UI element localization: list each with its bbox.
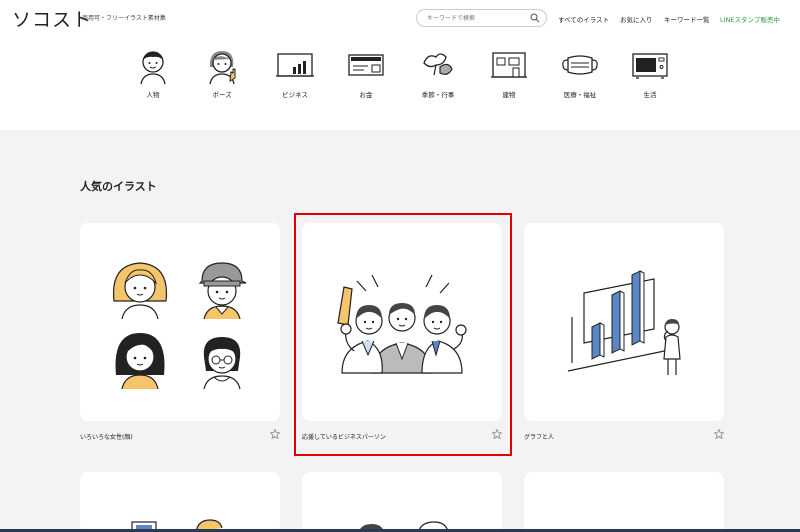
season-icon bbox=[423, 53, 453, 76]
search-icon[interactable] bbox=[530, 13, 540, 23]
illustration-card-partial[interactable] bbox=[80, 472, 280, 532]
card-title[interactable]: いろいろな女性(顔) bbox=[80, 432, 133, 441]
nav-all-illustrations[interactable]: すべてのイラスト bbox=[558, 14, 609, 24]
nav-line-stamp[interactable]: LINEスタンプ販売中 bbox=[720, 14, 780, 24]
building-icon bbox=[491, 52, 527, 78]
category-season[interactable]: 季節・行事 bbox=[408, 45, 468, 105]
illustration-card-partial[interactable] bbox=[302, 472, 502, 532]
person-icon bbox=[140, 51, 166, 85]
selection-highlight bbox=[294, 213, 512, 456]
pose-icon bbox=[209, 51, 236, 85]
category-label: 季節・行事 bbox=[421, 91, 455, 99]
section-title: 人気のイラスト bbox=[80, 180, 157, 193]
favorite-star-icon[interactable] bbox=[714, 429, 724, 439]
category-label: お金 bbox=[359, 91, 373, 99]
category-medical[interactable]: 医療・福祉 bbox=[550, 45, 610, 105]
nav-keyword-list[interactable]: キーワード一覧 bbox=[664, 14, 710, 24]
search-input[interactable] bbox=[427, 12, 527, 24]
category-bar: 人物 ポーズ ビジネス お金 季節・行事 建物 医療・福祉 生活 bbox=[0, 36, 800, 130]
category-person[interactable]: 人物 bbox=[123, 45, 183, 105]
category-business[interactable]: ビジネス bbox=[265, 45, 325, 105]
favorite-star-icon[interactable] bbox=[270, 429, 280, 439]
category-building[interactable]: 建物 bbox=[479, 45, 539, 105]
women-faces-illustration bbox=[112, 262, 247, 390]
medical-mask-icon bbox=[562, 55, 598, 75]
money-icon bbox=[348, 54, 384, 76]
search-box[interactable] bbox=[416, 9, 547, 27]
category-label: 建物 bbox=[502, 91, 516, 99]
category-pose[interactable]: ポーズ bbox=[192, 45, 252, 105]
graph-and-person-illustration bbox=[567, 270, 681, 375]
illustration-card-partial[interactable] bbox=[524, 472, 724, 532]
site-header: ソコスト 商用可・フリーイラスト素材集 すべてのイラスト お気に入り キーワード… bbox=[0, 0, 800, 36]
category-life[interactable]: 生活 bbox=[620, 45, 680, 105]
partial-illustration bbox=[131, 519, 223, 532]
partial-illustration bbox=[358, 521, 449, 532]
category-label: 医療・福祉 bbox=[563, 91, 597, 99]
illustration-card[interactable]: グラフと人 bbox=[524, 223, 724, 441]
microwave-icon bbox=[632, 53, 668, 79]
category-label: 生活 bbox=[643, 91, 657, 99]
site-tagline: 商用可・フリーイラスト素材集 bbox=[82, 15, 166, 22]
card-title[interactable]: グラフと人 bbox=[524, 432, 554, 441]
illustration-card[interactable]: いろいろな女性(顔) bbox=[80, 223, 280, 441]
site-logo[interactable]: ソコスト bbox=[12, 5, 92, 32]
business-chart-icon bbox=[276, 53, 314, 77]
category-label: ビジネス bbox=[282, 91, 308, 99]
category-label: ポーズ bbox=[212, 91, 232, 99]
category-money[interactable]: お金 bbox=[336, 45, 396, 105]
nav-favorites[interactable]: お気に入り bbox=[620, 14, 653, 24]
category-label: 人物 bbox=[146, 91, 160, 99]
